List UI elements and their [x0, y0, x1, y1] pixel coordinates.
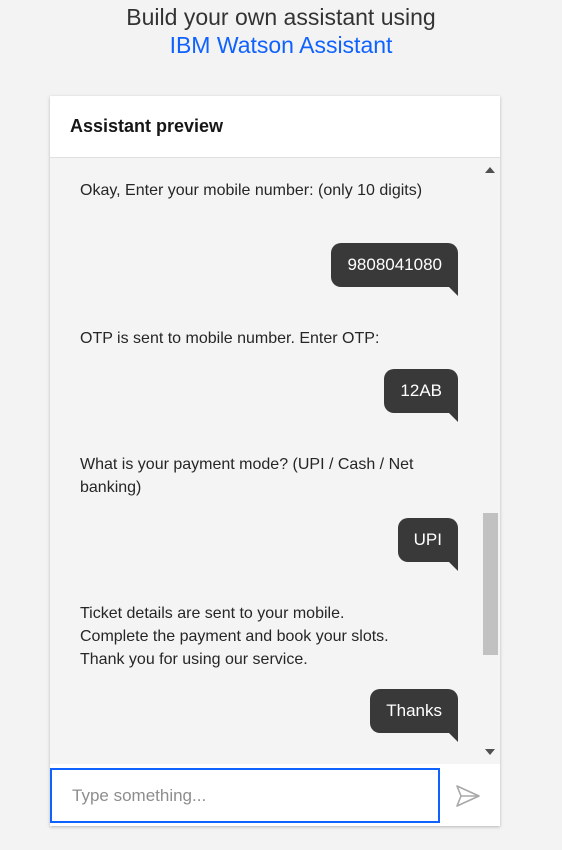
- scroll-thumb[interactable]: [483, 513, 498, 655]
- chat-scrollbar[interactable]: [480, 158, 500, 764]
- send-button[interactable]: [454, 782, 482, 810]
- assistant-preview-panel: Assistant preview Okay, Enter your mobil…: [50, 96, 500, 826]
- bot-message: Okay, Enter your mobile number: (only 10…: [80, 182, 423, 199]
- user-message: Thanks: [370, 689, 458, 742]
- bot-message: OTP is sent to mobile number. Enter OTP:: [80, 330, 380, 347]
- user-message: UPI: [397, 518, 459, 571]
- watson-assistant-link[interactable]: IBM Watson Assistant: [0, 31, 562, 59]
- user-message: 12AB: [384, 369, 458, 422]
- panel-title: Assistant preview: [70, 116, 224, 136]
- scroll-up-arrow-icon[interactable]: [485, 167, 495, 173]
- send-icon: [456, 785, 480, 807]
- header-tagline: Build your own assistant using: [126, 4, 436, 30]
- scroll-down-arrow-icon[interactable]: [485, 749, 495, 755]
- panel-header: Assistant preview: [50, 96, 500, 158]
- bot-message: What is your payment mode? (UPI / Cash /…: [80, 456, 414, 496]
- bot-message: Ticket details are sent to your mobile. …: [80, 605, 389, 668]
- user-message: 9808041080: [331, 243, 458, 296]
- message-input[interactable]: [50, 768, 440, 823]
- message-composer: [50, 768, 500, 825]
- chat-transcript[interactable]: Okay, Enter your mobile number: (only 10…: [50, 158, 500, 764]
